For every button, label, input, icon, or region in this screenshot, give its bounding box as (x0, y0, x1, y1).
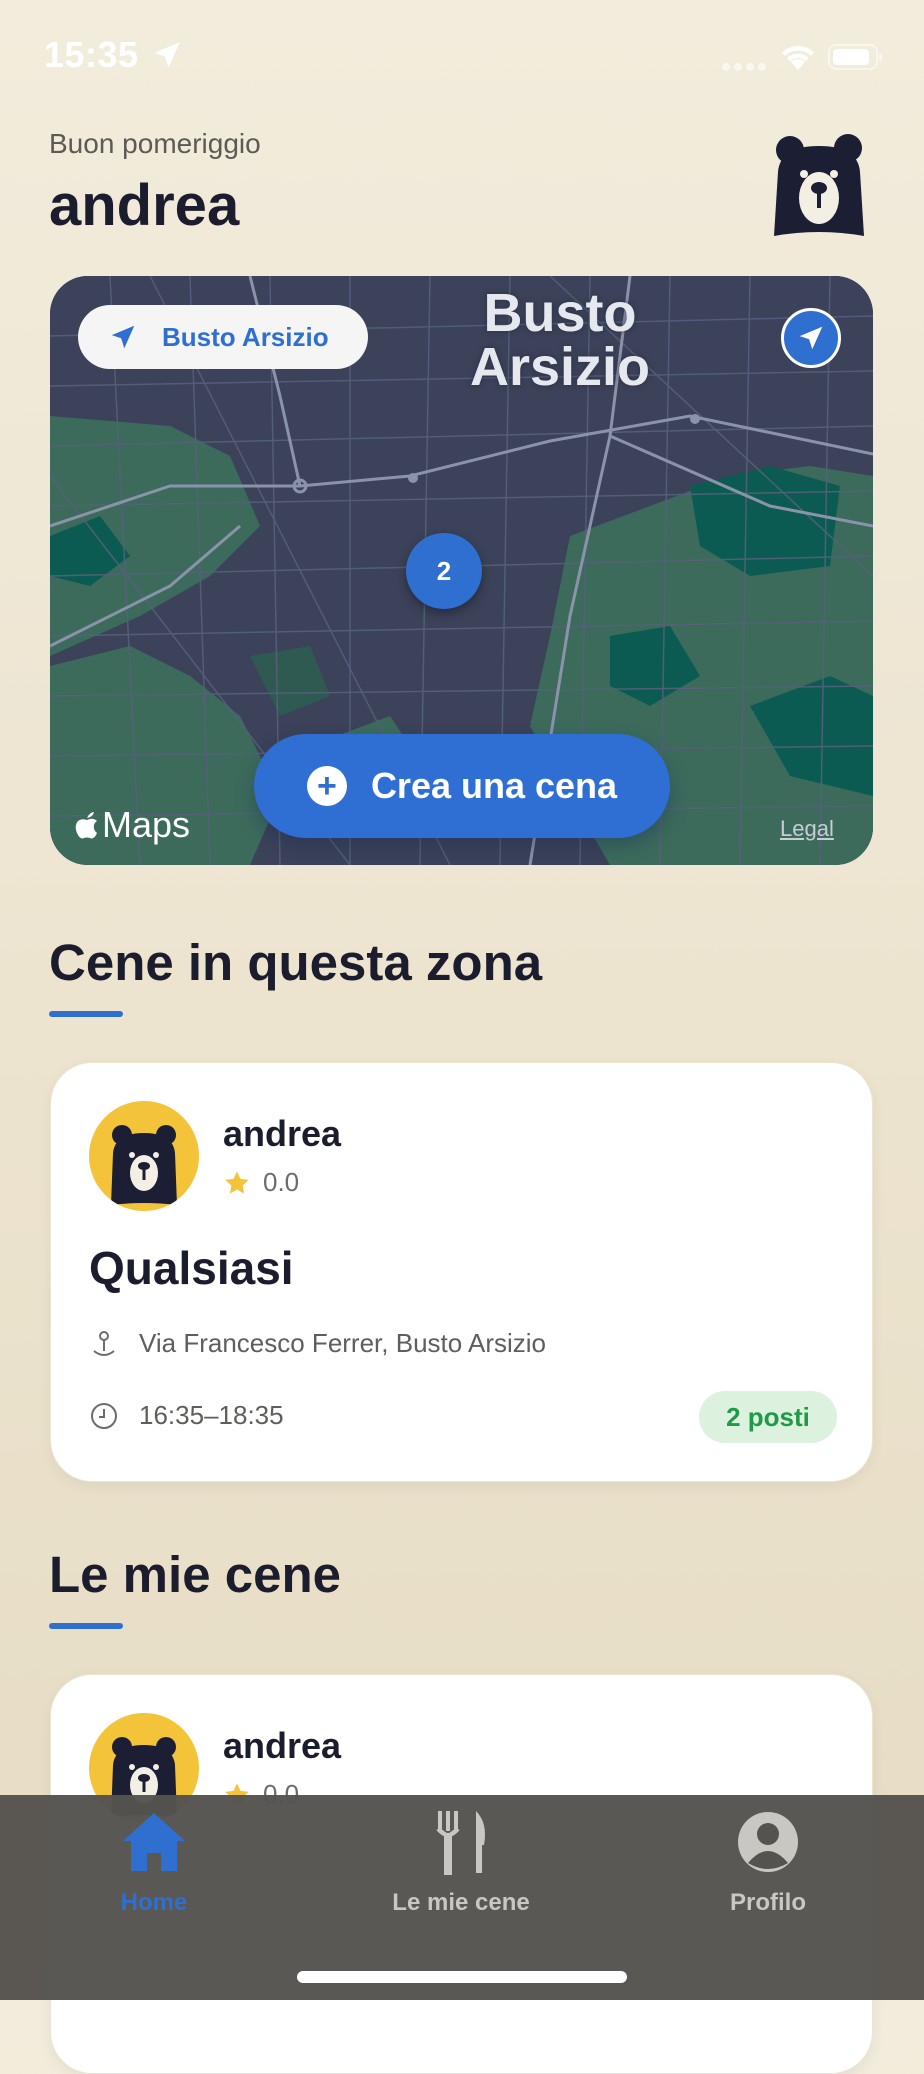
cellular-signal-icon (722, 58, 770, 76)
locate-me-button[interactable] (781, 308, 841, 368)
tab-label: Home (120, 1889, 188, 1916)
tab-bar: Home Le mie cene Profilo (0, 1795, 924, 2000)
home-indicator (297, 1971, 627, 1983)
wifi-icon (782, 46, 814, 70)
city-chip-label: Busto Arsizio (162, 321, 329, 352)
user-name: andrea (49, 173, 240, 238)
plus-circle-icon: + (306, 766, 347, 806)
map-city-label: Busto Arsizio (469, 283, 651, 397)
location-arrow-icon (111, 325, 135, 349)
apple-maps-logo: Maps (74, 804, 190, 846)
legal-link[interactable]: Legal (780, 816, 834, 842)
create-dinner-button[interactable]: + Crea una cena (254, 734, 670, 838)
status-bar: 15:35 (0, 0, 924, 110)
greeting-text: Buon pomeriggio (49, 128, 261, 159)
host-rating: 0.0 (263, 1167, 300, 1197)
section-underline (49, 1623, 123, 1629)
my-dinners-section-title: Le mie cene (49, 1546, 341, 1603)
host-name: andrea (223, 1725, 342, 1766)
map-cluster-pin[interactable]: 2 (406, 533, 482, 609)
bear-avatar-icon (111, 1125, 177, 1205)
apple-logo-icon (75, 812, 97, 839)
person-circle-icon (738, 1812, 798, 1872)
tab-my-dinners[interactable]: Le mie cene (351, 1809, 571, 1917)
clock-icon (91, 1403, 117, 1429)
avatar (89, 1101, 199, 1211)
location-arrow-icon (154, 42, 180, 68)
map-view[interactable]: Busto Arsizio Busto Arsizio 2 + Crea una… (50, 276, 873, 865)
seats-badge: 2 posti (699, 1391, 837, 1443)
dinner-title: Qualsiasi (89, 1242, 294, 1294)
star-icon (225, 1171, 249, 1194)
maps-label: Maps (102, 804, 191, 845)
tab-profile[interactable]: Profilo (658, 1809, 878, 1917)
host-name: andrea (223, 1113, 342, 1154)
section-underline (49, 1011, 123, 1017)
tab-label: Profilo (730, 1889, 806, 1916)
dinner-address: Via Francesco Ferrer, Busto Arsizio (139, 1328, 547, 1358)
dinner-card[interactable]: andrea 0.0 Qualsiasi Via Francesco Ferre… (50, 1062, 873, 1482)
city-selector-chip[interactable]: Busto Arsizio (78, 305, 368, 369)
bear-logo-icon (774, 134, 864, 236)
house-icon (123, 1813, 185, 1871)
tab-home[interactable]: Home (44, 1809, 264, 1917)
nearby-section-title: Cene in questa zona (49, 934, 543, 991)
map-pin-icon (93, 1331, 115, 1356)
tab-label: Le mie cene (392, 1889, 530, 1916)
battery-icon (828, 44, 882, 70)
create-dinner-label: Crea una cena (370, 765, 618, 806)
fork-knife-icon (436, 1811, 485, 1875)
status-time: 15:35 (44, 34, 139, 75)
location-arrow-icon (799, 326, 823, 350)
dinner-time: 16:35–18:35 (139, 1400, 284, 1430)
